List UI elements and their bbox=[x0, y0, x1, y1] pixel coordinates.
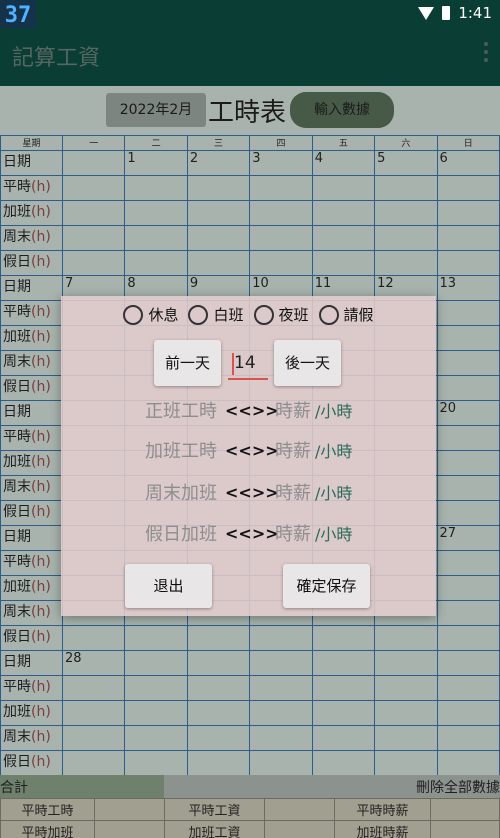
radio-rest-label: 休息 bbox=[148, 306, 179, 324]
rate-unit: /小時 bbox=[315, 442, 353, 461]
radio-rest[interactable]: 休息 bbox=[123, 304, 178, 325]
rate-unit: /小時 bbox=[315, 484, 353, 503]
radio-leave-label: 請假 bbox=[343, 306, 374, 324]
rate-name: 正班工時 bbox=[145, 401, 217, 422]
exit-button[interactable]: 退出 bbox=[125, 564, 212, 608]
radio-circle-icon[interactable] bbox=[123, 304, 144, 325]
rate-name: 加班工時 bbox=[145, 441, 217, 462]
radio-day-shift-label: 白班 bbox=[213, 306, 244, 324]
hours-stepper[interactable]: <<>> bbox=[225, 524, 279, 543]
hours-stepper[interactable]: <<>> bbox=[225, 441, 279, 460]
radio-circle-icon[interactable] bbox=[253, 304, 274, 325]
hourly-wage-field[interactable]: 時薪 bbox=[275, 397, 311, 423]
rate-name: 假日加班 bbox=[145, 524, 217, 545]
rate-row-holiday: 假日加班 <<>> 時薪 /小時 bbox=[145, 518, 415, 548]
rate-row-weekend: 周末加班 <<>> 時薪 /小時 bbox=[145, 477, 415, 507]
radio-circle-icon[interactable] bbox=[188, 304, 209, 325]
hourly-wage-field[interactable]: 時薪 bbox=[275, 479, 311, 505]
hourly-wage-field[interactable]: 時薪 bbox=[275, 520, 311, 546]
radio-night-shift[interactable]: 夜班 bbox=[253, 304, 309, 325]
day-input[interactable]: 14 bbox=[228, 348, 268, 380]
hours-stepper[interactable]: <<>> bbox=[225, 483, 279, 502]
rate-unit: /小時 bbox=[315, 525, 353, 544]
radio-circle-icon[interactable] bbox=[318, 304, 339, 325]
radio-night-shift-label: 夜班 bbox=[278, 306, 309, 324]
radio-leave[interactable]: 請假 bbox=[318, 304, 374, 325]
radio-day-shift[interactable]: 白班 bbox=[188, 304, 244, 325]
hours-stepper[interactable]: <<>> bbox=[225, 401, 279, 420]
previous-day-button[interactable]: 前一天 bbox=[154, 340, 221, 386]
hourly-wage-field[interactable]: 時薪 bbox=[275, 437, 311, 463]
rate-unit: /小時 bbox=[315, 402, 353, 421]
next-day-button[interactable]: 後一天 bbox=[274, 340, 341, 386]
shift-type-options: 休息 白班 夜班 請假 bbox=[61, 304, 436, 325]
rate-name: 周末加班 bbox=[145, 483, 217, 504]
rate-row-regular: 正班工時 <<>> 時薪 /小時 bbox=[145, 395, 415, 425]
confirm-save-button[interactable]: 確定保存 bbox=[283, 564, 370, 608]
rate-row-overtime: 加班工時 <<>> 時薪 /小時 bbox=[145, 435, 415, 465]
shift-entry-dialog: 休息 白班 夜班 請假 前一天 14 後一天 正班工時 <<>> 時薪 /小時 … bbox=[61, 296, 436, 616]
